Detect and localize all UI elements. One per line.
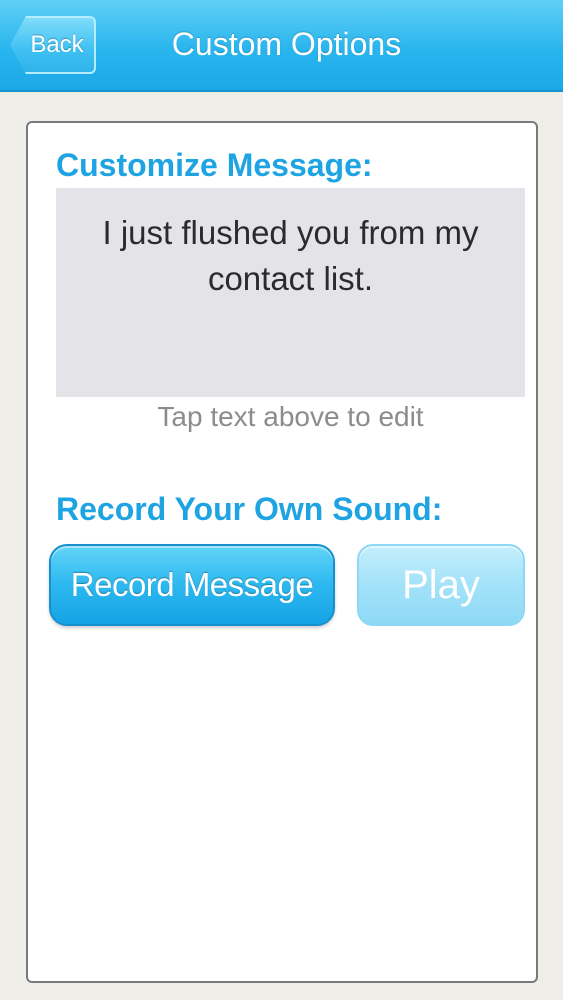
navigation-bar: Back Custom Options (0, 0, 563, 92)
record-message-button[interactable]: Record Message (49, 544, 335, 626)
edit-hint-text: Tap text above to edit (157, 401, 424, 432)
page-title: Custom Options (171, 26, 402, 62)
customize-message-heading: Customize Message: (56, 147, 373, 183)
play-button[interactable]: Play (357, 544, 525, 626)
message-text-field[interactable]: I just flushed you from my contact list. (56, 188, 525, 397)
record-sound-heading: Record Your Own Sound: (56, 491, 443, 527)
options-panel: Customize Message: I just flushed you fr… (26, 121, 538, 983)
